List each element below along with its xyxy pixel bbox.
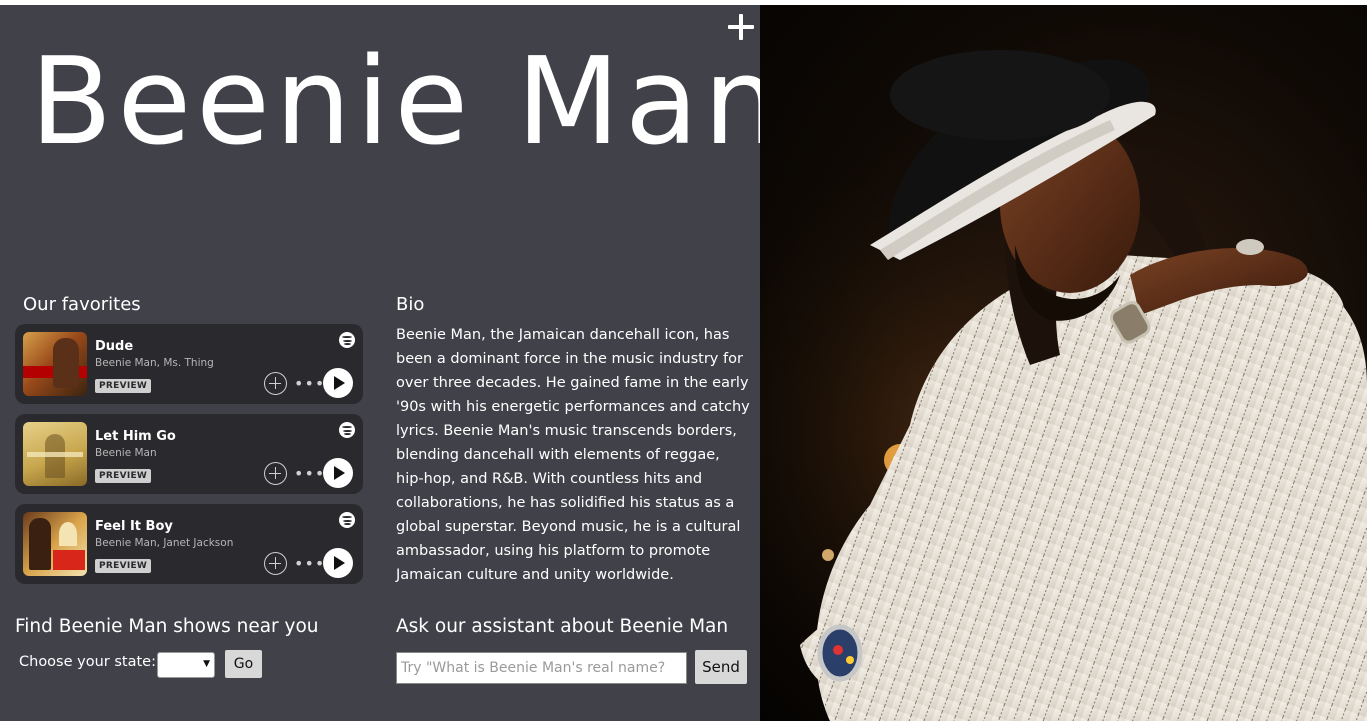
artist-photo-figure — [760, 5, 1367, 721]
assistant-input[interactable] — [396, 652, 687, 684]
send-button[interactable]: Send — [695, 650, 747, 684]
chevron-down-icon: ▼ — [203, 659, 210, 669]
assistant-heading: Ask our assistant about Beenie Man — [396, 616, 729, 637]
play-icon[interactable] — [323, 548, 353, 578]
track-card[interactable]: Let Him Go Beenie Man PREVIEW ••• — [15, 414, 363, 494]
more-icon[interactable]: ••• — [294, 376, 325, 392]
preview-badge[interactable]: PREVIEW — [95, 559, 152, 573]
play-icon[interactable] — [323, 368, 353, 398]
add-circle-icon[interactable] — [264, 462, 287, 485]
track-artists[interactable]: Beenie Man, Ms. Thing — [95, 357, 214, 369]
shows-heading: Find Beenie Man shows near you — [15, 616, 319, 637]
favorites-heading: Our favorites — [23, 294, 141, 315]
add-circle-icon[interactable] — [264, 552, 287, 575]
album-art — [23, 422, 87, 486]
bio-heading: Bio — [396, 294, 425, 315]
state-label: Choose your state: — [19, 654, 156, 670]
track-name[interactable]: Feel It Boy — [95, 519, 173, 534]
state-select[interactable]: ▼ — [157, 652, 215, 678]
spotify-icon[interactable] — [339, 332, 355, 348]
add-circle-icon[interactable] — [264, 372, 287, 395]
bio-text: Beenie Man, the Jamaican dancehall icon,… — [396, 327, 750, 583]
track-artists[interactable]: Beenie Man, Janet Jackson — [95, 537, 233, 549]
artist-title: Beenie Man — [30, 33, 785, 172]
track-artists[interactable]: Beenie Man — [95, 447, 157, 459]
more-icon[interactable]: ••• — [294, 556, 325, 572]
play-icon[interactable] — [323, 458, 353, 488]
track-name[interactable]: Let Him Go — [95, 429, 176, 444]
go-button[interactable]: Go — [225, 650, 262, 678]
track-name[interactable]: Dude — [95, 339, 133, 354]
spotify-icon[interactable] — [339, 422, 355, 438]
album-art — [23, 332, 87, 396]
track-card[interactable]: Dude Beenie Man, Ms. Thing PREVIEW ••• — [15, 324, 363, 404]
spotify-icon[interactable] — [339, 512, 355, 528]
preview-badge[interactable]: PREVIEW — [95, 379, 152, 393]
track-card[interactable]: Feel It Boy Beenie Man, Janet Jackson PR… — [15, 504, 363, 584]
album-art — [23, 512, 87, 576]
more-icon[interactable]: ••• — [294, 466, 325, 482]
preview-badge[interactable]: PREVIEW — [95, 469, 152, 483]
artist-photo — [760, 5, 1367, 721]
